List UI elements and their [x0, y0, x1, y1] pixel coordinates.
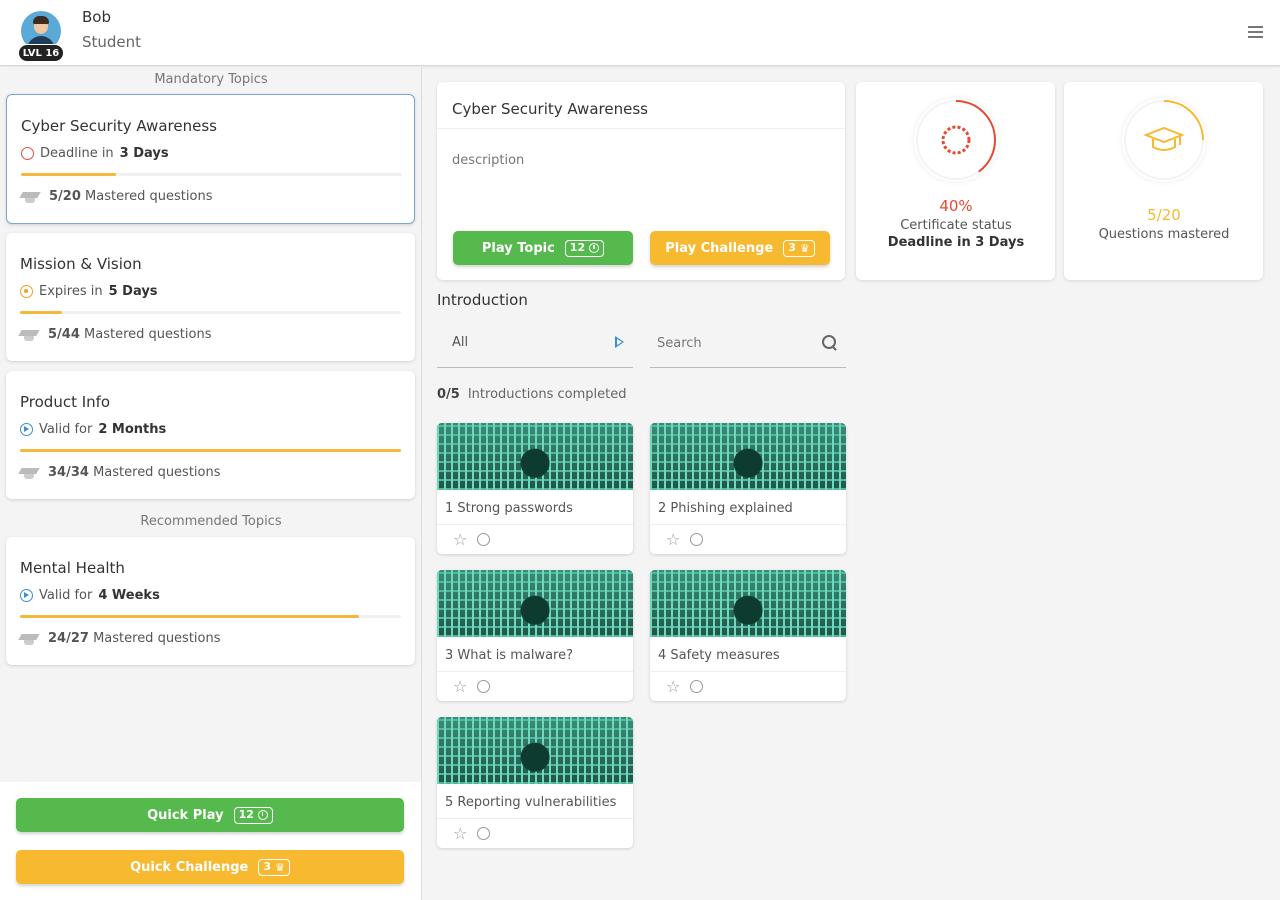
topics-sidebar: Mandatory Topics Cyber Security Awarenes… [0, 67, 422, 900]
introductions-completed: 0/5 Introductions completed [437, 387, 627, 402]
completion-circle-icon[interactable] [477, 827, 490, 840]
questions-mastered-value: 5/20 [1147, 206, 1181, 224]
valid-icon [20, 589, 33, 602]
intro-card[interactable]: 3 What is malware? ☆ [437, 570, 633, 701]
hamburger-menu-icon[interactable] [1248, 26, 1263, 40]
divider [437, 128, 845, 129]
certificate-deadline: Deadline in 3 Days [887, 235, 1025, 250]
topic-description: description [452, 153, 525, 168]
intro-card[interactable]: 4 Safety measures ☆ [650, 570, 846, 701]
certificate-percent: 40% [939, 197, 973, 215]
star-icon[interactable]: ☆ [453, 530, 467, 549]
clock-icon [589, 243, 600, 253]
filter-dropdown[interactable]: All [437, 328, 633, 368]
star-icon[interactable]: ☆ [666, 677, 680, 696]
dropdown-arrow-icon [615, 336, 624, 348]
graduation-cap-icon [20, 466, 40, 480]
topic-detail-title: Cyber Security Awareness [452, 100, 648, 118]
intro-title: 1 Strong passwords [445, 501, 573, 516]
circuit-thumbnail [650, 423, 846, 490]
topic-progress-bar [21, 173, 402, 176]
valid-icon [20, 423, 33, 436]
topic-status: Expires in 5 Days [20, 284, 158, 299]
play-topic-button[interactable]: Play Topic 12 [453, 231, 633, 265]
user-name: Bob [82, 8, 111, 26]
certificate-progress-ring [914, 98, 998, 182]
quick-challenge-button[interactable]: Quick Challenge 3 ♛ [16, 850, 404, 884]
certificate-status-label: Certificate status [900, 218, 1012, 233]
completion-circle-icon[interactable] [690, 533, 703, 546]
recommended-topics-label: Recommended Topics [140, 514, 282, 529]
circuit-thumbnail [437, 423, 633, 490]
topic-title: Mission & Vision [20, 255, 142, 273]
level-badge: LVL 16 [18, 44, 64, 62]
topic-progress-bar [20, 615, 401, 618]
deadline-icon [21, 147, 34, 160]
quick-actions-panel: Quick Play 12 Quick Challenge 3 ♛ [0, 782, 421, 900]
topic-mastered: 24/27 Mastered questions [20, 631, 221, 646]
completion-circle-icon[interactable] [690, 680, 703, 693]
topic-mastered: 34/34 Mastered questions [20, 465, 221, 480]
graduation-cap-icon [20, 328, 40, 342]
intro-card[interactable]: 5 Reporting vulnerabilities ☆ [437, 717, 633, 848]
graduation-cap-icon [20, 632, 40, 646]
quick-play-button[interactable]: Quick Play 12 [16, 798, 404, 832]
intro-title: 4 Safety measures [658, 648, 780, 663]
search-icon[interactable] [822, 335, 838, 351]
topic-mastered: 5/20 Mastered questions [21, 189, 212, 204]
play-challenge-button[interactable]: Play Challenge 3 ♛ [650, 231, 830, 265]
topic-card-cyber-security[interactable]: Cyber Security Awareness Deadline in 3 Da… [6, 94, 415, 224]
topic-status: Deadline in 3 Days [21, 146, 169, 161]
topic-card-mission-vision[interactable]: Mission & Vision Expires in 5 Days 5/44 M… [6, 233, 415, 361]
questions-mastered-label: Questions mastered [1098, 227, 1230, 242]
graduation-cap-icon [1143, 126, 1185, 151]
star-icon[interactable]: ☆ [453, 677, 467, 696]
intro-title: 3 What is malware? [445, 648, 574, 663]
intro-title: 2 Phishing explained [658, 501, 793, 516]
circuit-thumbnail [437, 570, 633, 637]
topic-card-product-info[interactable]: Product Info Valid for 2 Months 34/34 Mas… [6, 371, 415, 499]
topic-progress-bar [20, 449, 401, 452]
clock-icon [257, 810, 268, 820]
search-input[interactable] [650, 328, 810, 358]
topic-title: Cyber Security Awareness [21, 117, 217, 135]
topic-status: Valid for 4 Weeks [20, 588, 160, 603]
topic-detail-card: Cyber Security Awareness description Pla… [437, 82, 845, 280]
star-icon[interactable]: ☆ [453, 824, 467, 843]
graduation-cap-icon [21, 190, 41, 204]
topic-mastered: 5/44 Mastered questions [20, 327, 211, 342]
topic-title: Product Info [20, 393, 111, 411]
search-field [650, 328, 846, 368]
mandatory-topics-label: Mandatory Topics [154, 72, 268, 87]
user-avatar[interactable]: LVL 16 [17, 11, 65, 63]
crown-icon: ♛ [799, 241, 810, 255]
questions-progress-ring [1122, 98, 1206, 182]
user-role: Student [82, 33, 142, 51]
crown-icon: ♛ [275, 860, 285, 874]
app-header: LVL 16 Bob Student [0, 0, 1280, 66]
intro-title: 5 Reporting vulnerabilities [445, 795, 617, 810]
intro-card[interactable]: 1 Strong passwords ☆ [437, 423, 633, 554]
filter-value: All [452, 335, 469, 350]
completion-circle-icon[interactable] [477, 533, 490, 546]
intro-card[interactable]: 2 Phishing explained ☆ [650, 423, 846, 554]
star-icon[interactable]: ☆ [666, 530, 680, 549]
completion-circle-icon[interactable] [477, 680, 490, 693]
topic-status: Valid for 2 Months [20, 422, 166, 437]
certificate-status-card: 40% Certificate status Deadline in 3 Day… [856, 82, 1055, 280]
introduction-heading: Introduction [437, 291, 528, 309]
circuit-thumbnail [437, 717, 633, 784]
expires-icon [20, 285, 33, 298]
topic-progress-bar [20, 311, 401, 314]
topic-card-mental-health[interactable]: Mental Health Valid for 4 Weeks 24/27 Mas… [6, 537, 415, 665]
questions-mastered-card: 5/20 Questions mastered [1064, 82, 1263, 280]
circuit-thumbnail [650, 570, 846, 637]
topic-title: Mental Health [20, 559, 125, 577]
